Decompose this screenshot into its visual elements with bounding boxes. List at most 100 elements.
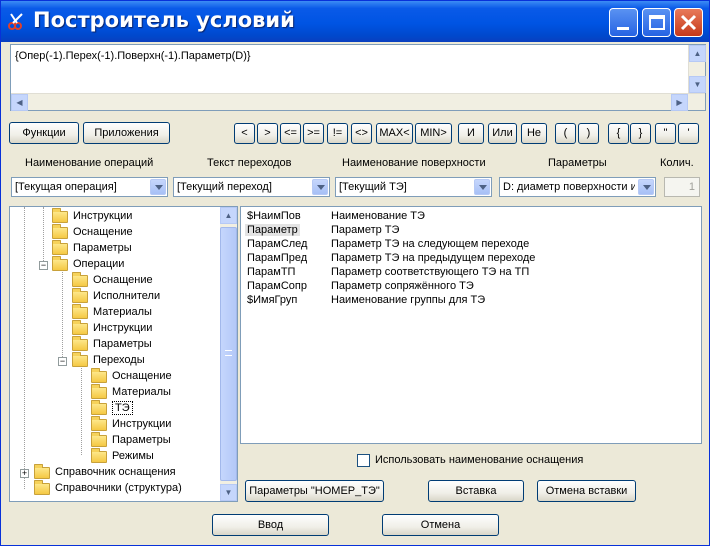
cancel-insert-button[interactable]: Отмена вставки (537, 480, 636, 502)
minimize-button[interactable] (609, 8, 638, 37)
tree-item-label: Переходы (93, 354, 145, 366)
expression-editor[interactable]: {Опер(-1).Перех(-1).Поверхн(-1).Параметр… (10, 44, 706, 111)
operator-le-button[interactable]: <= (280, 123, 301, 144)
surface-select-value: [Текущий ТЭ] (339, 181, 407, 193)
tree-item-label: Исполнители (93, 290, 161, 302)
editor-vertical-scrollbar[interactable]: ▲ ▼ (688, 45, 706, 93)
title-bar[interactable]: Построитель условий (1, 1, 709, 42)
operator-max-button[interactable]: MAX< (376, 123, 413, 144)
variable-description: Параметр ТЭ (331, 224, 400, 236)
operation-select-value: [Текущая операция] (15, 181, 117, 193)
scroll-down-icon[interactable]: ▼ (689, 76, 706, 93)
open-brace-button[interactable]: { (608, 123, 629, 144)
minimize-icon (617, 27, 629, 30)
single-quote-button[interactable]: ' (678, 123, 699, 144)
scroll-right-icon[interactable]: ▶ (671, 94, 688, 111)
scroll-down-icon[interactable]: ▼ (220, 484, 237, 501)
close-paren-button[interactable]: ) (578, 123, 599, 144)
variable-name: ПарамПред (247, 252, 308, 264)
operator-lt-button[interactable]: < (234, 123, 255, 144)
variable-description: Параметр ТЭ на следующем переходе (331, 238, 530, 250)
operator-ge-button[interactable]: >= (303, 123, 324, 144)
operator-min-button[interactable]: MIN> (415, 123, 452, 144)
collapse-icon[interactable]: − (39, 261, 48, 270)
variables-list[interactable]: $НаимПов Наименование ТЭ Параметр Параме… (240, 206, 702, 444)
operation-select[interactable]: [Текущая операция] (11, 177, 168, 197)
variable-description: Наименование ТЭ (331, 210, 425, 222)
variable-description: Наименование группы для ТЭ (331, 294, 486, 306)
count-label: Колич. (660, 157, 694, 169)
folder-icon (91, 384, 107, 399)
scissors-tool-icon (8, 13, 23, 30)
chevron-down-icon[interactable] (638, 179, 654, 195)
surface-select[interactable]: [Текущий ТЭ] (335, 177, 492, 197)
operator-and-button[interactable]: И (458, 123, 484, 144)
tree-item-label: Оснащение (73, 226, 133, 238)
tree-item-label: Справочник оснащения (55, 466, 176, 478)
folder-icon (52, 240, 68, 255)
close-button[interactable] (674, 8, 703, 37)
close-brace-button[interactable]: } (630, 123, 651, 144)
scroll-left-icon[interactable]: ◀ (11, 94, 28, 111)
variable-name: Параметр (245, 224, 300, 236)
folder-icon (52, 224, 68, 239)
cancel-button[interactable]: Отмена (382, 514, 499, 536)
parameters-select[interactable]: D: диаметр поверхности и (499, 177, 656, 197)
tree-guide-line (81, 361, 82, 455)
transition-select[interactable]: [Текущий переход] (173, 177, 330, 197)
operation-name-label: Наименование операций (25, 157, 154, 169)
tree-guide-line (62, 265, 63, 359)
folder-icon (72, 288, 88, 303)
operator-ne-button[interactable]: != (327, 123, 348, 144)
functions-button[interactable]: Функции (9, 122, 79, 144)
folder-icon (91, 448, 107, 463)
folder-icon (72, 320, 88, 335)
transition-text-label: Текст переходов (207, 157, 292, 169)
params-number-te-button[interactable]: Параметры "НОМЕР_ТЭ" (245, 480, 384, 502)
close-icon (680, 14, 697, 31)
expression-text[interactable]: {Опер(-1).Перех(-1).Поверхн(-1).Параметр… (15, 50, 251, 62)
tree-item-label: Инструкции (112, 418, 172, 430)
transition-select-value: [Текущий переход] (177, 181, 272, 193)
folder-icon (91, 432, 107, 447)
tree-item-label: Инструкции (93, 322, 153, 334)
insert-button[interactable]: Вставка (428, 480, 524, 502)
chevron-down-icon[interactable] (312, 179, 328, 195)
tree-item-label: Параметры (112, 434, 171, 446)
scroll-up-icon[interactable]: ▲ (220, 207, 237, 224)
scroll-up-icon[interactable]: ▲ (689, 45, 706, 62)
operator-or-button[interactable]: Или (488, 123, 517, 144)
maximize-button[interactable] (642, 8, 671, 37)
tree-vertical-scrollbar[interactable]: ▲ ▼ (220, 207, 237, 501)
variable-description: Параметр соответствующего ТЭ на ТП (331, 266, 530, 278)
surface-name-label: Наименование поверхности (342, 157, 486, 169)
expand-icon[interactable]: + (20, 469, 29, 478)
folder-icon (91, 368, 107, 383)
editor-horizontal-scrollbar[interactable]: ◀ ▶ (11, 93, 705, 111)
structure-tree[interactable]: Инструкции Оснащение Параметры − Операци… (9, 206, 238, 502)
tree-item-label: Справочники (структура) (55, 482, 182, 494)
chevron-down-icon[interactable] (150, 179, 166, 195)
operator-neq-button[interactable]: <> (351, 123, 372, 144)
variable-name: ПарамСлед (247, 238, 308, 250)
folder-icon (72, 272, 88, 287)
double-quote-button[interactable]: " (655, 123, 676, 144)
use-equipment-name-label: Использовать наименование оснащения (375, 454, 584, 466)
count-field[interactable]: 1 (664, 177, 700, 197)
open-paren-button[interactable]: ( (555, 123, 576, 144)
variable-description: Параметр сопряжённого ТЭ (331, 280, 474, 292)
dialog-content: {Опер(-1).Перех(-1).Поверхн(-1).Параметр… (5, 42, 706, 543)
variable-description: Параметр ТЭ на предыдущем переходе (331, 252, 536, 264)
operator-gt-button[interactable]: > (257, 123, 278, 144)
scrollbar-thumb[interactable] (220, 227, 237, 481)
variable-name: $ИмяГруп (247, 294, 298, 306)
enter-button[interactable]: Ввод (212, 514, 329, 536)
collapse-icon[interactable]: − (58, 357, 67, 366)
folder-icon (91, 416, 107, 431)
operator-not-button[interactable]: Не (521, 123, 547, 144)
chevron-down-icon[interactable] (474, 179, 490, 195)
applications-button[interactable]: Приложения (83, 122, 170, 144)
open-folder-icon (52, 256, 68, 271)
use-equipment-name-checkbox[interactable] (357, 454, 370, 467)
tree-item-label: Материалы (93, 306, 152, 318)
